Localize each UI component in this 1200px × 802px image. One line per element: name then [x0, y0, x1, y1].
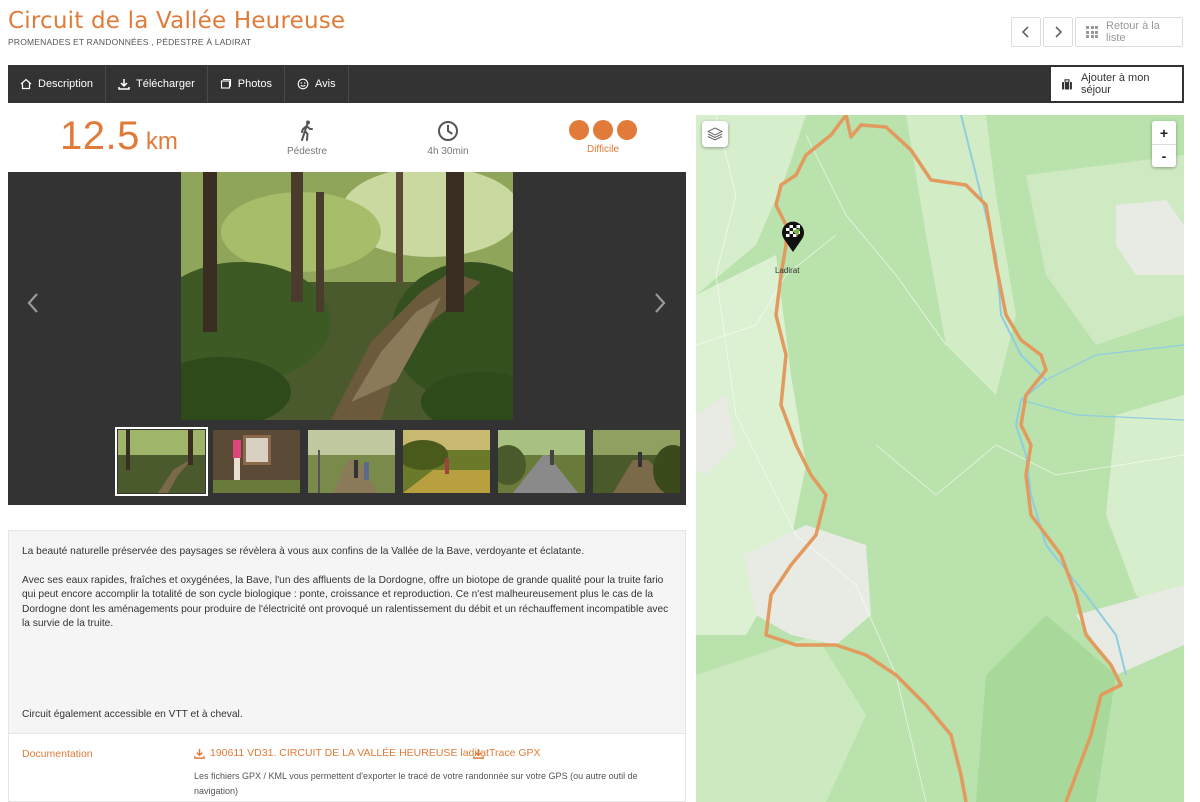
download-icon: [473, 748, 484, 759]
description-paragraph: La beauté naturelle préservée des paysag…: [22, 546, 585, 557]
thumbnail[interactable]: [498, 430, 585, 493]
add-to-stay-button[interactable]: Ajouter à mon séjour: [1051, 67, 1182, 101]
gallery-next-button[interactable]: [653, 290, 667, 321]
marker-label: Ladirat: [775, 266, 800, 275]
chevron-left-icon: [1021, 26, 1029, 38]
thumbnail-strip: [115, 427, 680, 496]
chevron-left-icon: [27, 293, 38, 313]
map-layers-button[interactable]: [702, 121, 728, 147]
zoom-control: + -: [1152, 121, 1176, 167]
tab-label: Photos: [237, 78, 272, 90]
previous-button[interactable]: [1011, 17, 1041, 47]
photos-icon: [220, 78, 231, 89]
tab-label: Télécharger: [136, 78, 195, 90]
thumbnail[interactable]: [403, 430, 490, 493]
distance-unit: km: [145, 128, 178, 155]
suitcase-icon: [1061, 78, 1072, 89]
difficulty-dot: [569, 120, 589, 140]
distance: 12.5 km: [60, 114, 178, 159]
hiker-icon: [301, 120, 313, 141]
chevron-right-icon: [655, 293, 666, 313]
grid-icon: [1086, 26, 1098, 38]
trail-stats: 12.5 km Pédestre 4h 30min Difficile: [8, 112, 686, 168]
home-icon: [20, 78, 32, 90]
zoom-out-button[interactable]: -: [1152, 144, 1176, 167]
trail-map[interactable]: Ladirat + -: [696, 115, 1184, 802]
zoom-in-button[interactable]: +: [1152, 121, 1176, 144]
distance-value: 12.5: [60, 114, 140, 158]
duration-stat: 4h 30min: [398, 120, 498, 157]
back-to-list-label: Retour à la liste: [1106, 20, 1160, 44]
download-icon: [118, 79, 130, 90]
difficulty-label: Difficile: [586, 144, 620, 155]
layers-icon: [707, 127, 723, 141]
description-paragraph: Avec ses eaux rapides, fraîches et oxygé…: [22, 574, 669, 630]
page-header: Circuit de la Vallée Heureuse PROMENADES…: [0, 0, 1200, 64]
description-panel: La beauté naturelle préservée des paysag…: [8, 530, 686, 734]
photo-gallery: [8, 172, 686, 505]
tab-telecharger[interactable]: Télécharger: [106, 65, 208, 103]
tab-photos[interactable]: Photos: [208, 65, 285, 103]
download-gpx-link[interactable]: Trace GPX: [473, 747, 541, 759]
thumbnail[interactable]: [213, 430, 300, 493]
mode-stat: Pédestre: [257, 120, 357, 157]
difficulty-dot: [617, 120, 637, 140]
map-canvas: [696, 115, 1184, 802]
back-to-list-button[interactable]: Retour à la liste: [1075, 17, 1183, 47]
tab-label: Avis: [314, 78, 336, 90]
difficulty-dot: [593, 120, 613, 140]
download-gpx-label: Trace GPX: [489, 747, 541, 759]
gallery-prev-button[interactable]: [26, 290, 40, 321]
add-to-stay-label: Ajouter à mon séjour: [1080, 72, 1150, 96]
tab-avis[interactable]: Avis: [285, 65, 349, 103]
documentation-label: Documentation: [22, 748, 93, 760]
difficulty-dots: [553, 120, 653, 140]
tab-label: Description: [38, 78, 94, 90]
download-pdf-link[interactable]: 190611 VD31. CIRCUIT DE LA VALLÉE HEUREU…: [194, 747, 489, 759]
main-photo[interactable]: [181, 172, 513, 420]
download-icon: [194, 748, 205, 759]
start-finish-marker-icon[interactable]: [780, 219, 806, 253]
documentation-note: Les fichiers GPX / KML vous permettent d…: [194, 771, 638, 796]
forest-stream-photo: [181, 172, 513, 420]
thumbnail[interactable]: [593, 430, 680, 493]
description-paragraph: Circuit également accessible en VTT et à…: [22, 709, 243, 720]
chevron-right-icon: [1055, 26, 1063, 38]
download-pdf-label: 190611 VD31. CIRCUIT DE LA VALLÉE HEUREU…: [210, 747, 489, 759]
duration-label: 4h 30min: [427, 146, 469, 157]
thumbnail[interactable]: [308, 430, 395, 493]
tab-bar: Description Télécharger Photos Avis Ajou…: [8, 65, 1184, 103]
next-button[interactable]: [1043, 17, 1073, 47]
documentation-section: Documentation 190611 VD31. CIRCUIT DE LA…: [8, 734, 686, 802]
clock-icon: [438, 121, 458, 141]
smiley-icon: [297, 78, 309, 90]
mode-label: Pédestre: [286, 146, 328, 157]
page-title: Circuit de la Vallée Heureuse: [8, 8, 346, 34]
tab-description[interactable]: Description: [8, 65, 107, 103]
thumbnail[interactable]: [115, 427, 208, 496]
page-subtitle: PROMENADES ET RANDONNÉES , PÉDESTRE À LA…: [8, 37, 252, 47]
difficulty-stat: Difficile: [553, 120, 653, 155]
